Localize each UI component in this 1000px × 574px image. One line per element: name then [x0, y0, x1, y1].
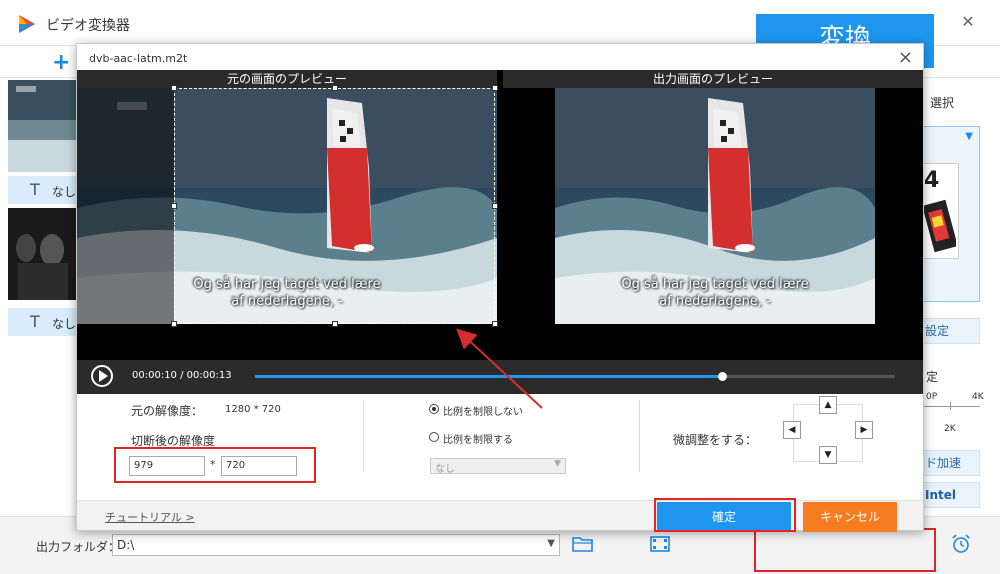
original-resolution-value: 1280 * 720: [225, 404, 281, 415]
ratio-limited-radio[interactable]: [429, 432, 439, 442]
close-icon[interactable]: ×: [898, 47, 913, 68]
quality-tick: 0P: [926, 392, 938, 402]
crop-settings: 元の解像度： 1280 * 720 切断後の解像度 979 * 720 比例を制…: [77, 394, 923, 500]
time-separator: /: [180, 370, 184, 381]
video-folder-icon[interactable]: [650, 535, 670, 553]
divider: [363, 400, 364, 472]
subtitle-icon: T: [30, 312, 40, 331]
subtitle-label: なし: [52, 185, 77, 199]
crop-handle[interactable]: [492, 85, 498, 91]
quality-slider-tick: [950, 402, 951, 410]
cancel-label: キャンセル: [819, 510, 880, 524]
close-window-icon[interactable]: ✕: [958, 12, 978, 32]
ratio-unlimited-radio[interactable]: [429, 404, 439, 414]
output-folder-path: D:\: [117, 538, 135, 552]
chevron-down-icon: ▼: [554, 459, 561, 469]
highlight-box: [114, 447, 316, 483]
ratio-select: なし ▼: [430, 458, 566, 475]
subtitle-label: なし: [52, 317, 77, 331]
preview-area: 元の画面のプレビュー 出力画面のプレビュー Og så har jeg tage…: [77, 70, 923, 360]
alarm-clock-icon[interactable]: [950, 533, 972, 555]
nudge-up-button[interactable]: ▲: [819, 396, 837, 414]
settings-label: 設定: [925, 324, 950, 338]
quality-tick: 2K: [944, 424, 956, 434]
app-title: ビデオ変換器: [46, 18, 130, 34]
output-folder-label: 出力フォルダ：: [36, 540, 121, 554]
nudge-right-button[interactable]: ▶: [855, 421, 873, 439]
dialog-footer: チュートリアル > 確定 キャンセル: [77, 500, 923, 532]
ratio-select-value: なし: [435, 464, 455, 475]
add-file-icon[interactable]: +: [52, 50, 70, 75]
file-thumbnail[interactable]: [8, 208, 78, 300]
subtitle-line: af nederlagene, -: [659, 294, 771, 309]
crop-handle[interactable]: [171, 203, 177, 209]
subtitle-line: Og så har jeg taget ved lære: [621, 277, 809, 292]
hardware-accel-button[interactable]: ド加速: [920, 450, 980, 476]
file-thumbnail[interactable]: [8, 80, 78, 172]
crop-handle[interactable]: [332, 321, 338, 327]
player-bar: 00:00:10 / 00:00:13: [77, 360, 923, 394]
original-resolution-label: 元の解像度：: [131, 404, 204, 418]
crop-frame[interactable]: [174, 88, 495, 324]
crop-handle[interactable]: [492, 203, 498, 209]
seek-progress: [255, 375, 723, 378]
quality-label: 定: [926, 370, 939, 384]
folder-icon[interactable]: [572, 535, 594, 553]
ratio-unlimited-label: 比例を制限しない: [443, 407, 523, 418]
format-preview: 4: [921, 163, 959, 259]
intel-label: Intel: [925, 488, 956, 502]
format-badge: 4: [924, 168, 940, 193]
crop-dialog: dvb-aac-latm.m2t × 元の画面のプレビュー 出力画面のプレビュー: [76, 43, 924, 532]
select-format-label: 選択: [930, 96, 955, 110]
settings-button[interactable]: 設定: [920, 318, 980, 344]
current-time: 00:00:10: [132, 370, 177, 381]
fine-tune-label: 微調整をする：: [673, 433, 758, 447]
divider: [639, 400, 640, 472]
list-item[interactable]: T なし: [8, 176, 78, 204]
subtitle-icon: T: [30, 180, 40, 199]
total-time: 00:00:13: [186, 370, 232, 381]
app-logo-icon: [19, 15, 35, 33]
nudge-left-button[interactable]: ◀: [783, 421, 801, 439]
nudge-down-button[interactable]: ▼: [819, 446, 837, 464]
output-folder-field[interactable]: D:\ ▼: [112, 534, 560, 556]
crop-handle[interactable]: [492, 321, 498, 327]
highlight-box: [654, 498, 796, 532]
ratio-limited-label: 比例を制限する: [443, 435, 513, 446]
crop-handle[interactable]: [332, 85, 338, 91]
play-button[interactable]: [91, 365, 113, 387]
original-preview-label: 元の画面のプレビュー: [77, 70, 497, 88]
quality-tick: 4K: [972, 392, 984, 402]
dialog-title: dvb-aac-latm.m2t: [89, 52, 188, 65]
seek-bar[interactable]: [255, 372, 895, 381]
play-icon: [99, 370, 108, 382]
highlight-box: [754, 528, 936, 572]
seek-handle[interactable]: [718, 372, 728, 381]
crop-handle[interactable]: [171, 85, 177, 91]
list-item[interactable]: T なし: [8, 308, 78, 336]
file-list: T なし T なし: [8, 80, 78, 500]
format-card[interactable]: ▼ 4: [920, 126, 980, 302]
chevron-down-icon[interactable]: ▼: [547, 538, 555, 549]
cancel-button[interactable]: キャンセル: [803, 502, 897, 532]
time-display: 00:00:10 / 00:00:13: [132, 370, 232, 381]
film-icon: [924, 199, 956, 253]
intel-button[interactable]: Intel: [920, 482, 980, 508]
output-preview: Og så har jeg taget ved lære af nederlag…: [555, 88, 875, 324]
accel-label: ド加速: [925, 456, 962, 470]
output-format-panel: 選択 ▼ 4 設定 定 0P 4K 2K ド加速 Intel: [920, 80, 1000, 520]
tutorial-link[interactable]: チュートリアル >: [105, 509, 195, 525]
crop-handle[interactable]: [171, 321, 177, 327]
chevron-down-icon[interactable]: ▼: [965, 131, 973, 142]
output-preview-label: 出力画面のプレビュー: [503, 70, 923, 88]
